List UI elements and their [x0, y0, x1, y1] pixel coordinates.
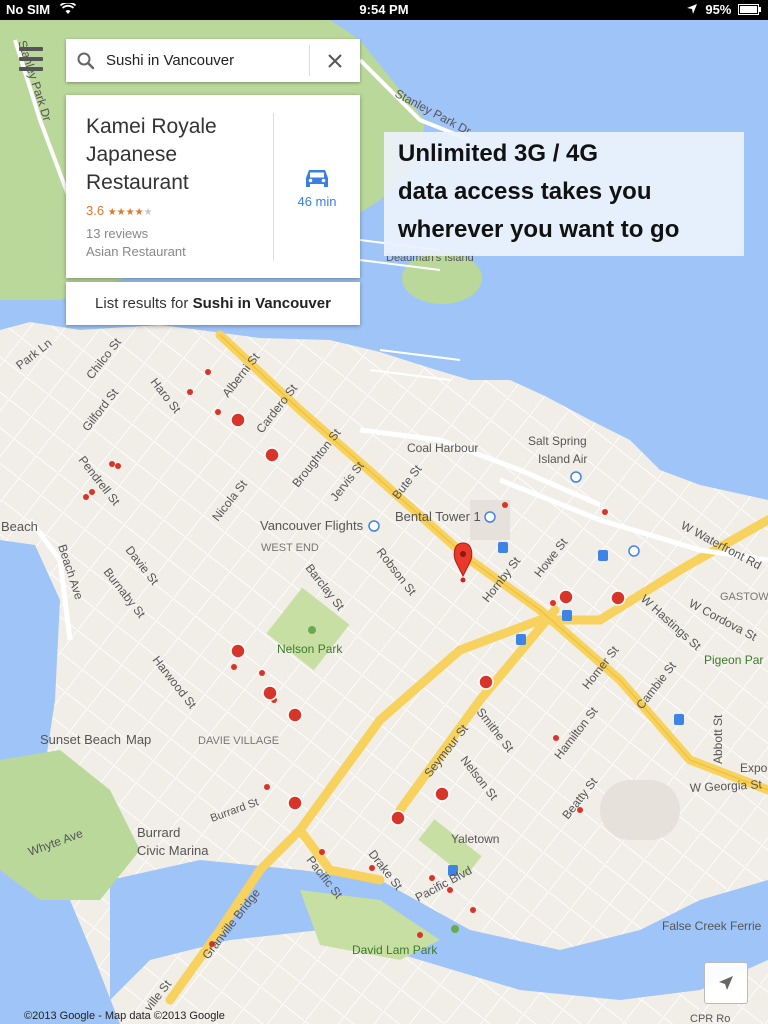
map-label: Sunset Beach	[40, 732, 121, 747]
place-name-line: Restaurant	[86, 171, 189, 194]
list-results-prefix: List results for	[95, 295, 193, 312]
place-name: Kamei Royale Japanese Restaurant	[86, 113, 272, 197]
review-count: 13 reviews	[86, 226, 149, 241]
place-category: Asian Restaurant	[86, 244, 186, 259]
directions-button[interactable]: 46 min	[274, 115, 360, 261]
map-label: Civic Marina	[137, 843, 209, 858]
map-label: Pigeon Par	[704, 653, 763, 667]
map-label: Expo	[740, 761, 768, 775]
menu-icon-bar	[19, 67, 43, 71]
map-label: David Lam Park	[352, 943, 438, 957]
search-input[interactable]: Sushi in Vancouver	[106, 52, 309, 69]
location-arrow-icon	[686, 4, 697, 14]
map-label: Nelson Park	[277, 642, 343, 656]
clear-search-button[interactable]	[310, 39, 360, 82]
car-icon	[306, 169, 328, 187]
star-empty-icon: ★	[143, 207, 153, 218]
map-label: WEST END	[261, 542, 319, 554]
menu-icon-bar	[19, 47, 43, 51]
map-label: GASTOW	[720, 591, 768, 603]
search-bar[interactable]: Sushi in Vancouver	[66, 39, 360, 82]
map-label: Beach	[1, 519, 38, 534]
my-location-button[interactable]	[704, 962, 748, 1004]
map-label: Vancouver Flights	[260, 518, 364, 533]
map-label: CPR Ro	[690, 1013, 730, 1024]
list-results-button[interactable]: List results for Sushi in Vancouver	[66, 282, 360, 325]
map-label: Yaletown	[451, 832, 499, 846]
place-info[interactable]: Kamei Royale Japanese Restaurant 3.6 ★★★…	[86, 113, 272, 261]
rating-row: 3.6 ★★★★★	[86, 203, 272, 221]
place-name-line: Kamei Royale	[86, 115, 217, 138]
map-label: Bental Tower 1	[395, 509, 481, 524]
search-icon	[66, 39, 106, 82]
map-label: Map	[126, 732, 151, 747]
star-rating-icon: ★★★★	[107, 207, 144, 218]
close-icon	[328, 53, 342, 68]
clock: 9:54 PM	[359, 2, 409, 17]
promo-banner: Unlimited 3G / 4G data access takes you …	[384, 132, 744, 256]
map-label: Burrard	[137, 825, 180, 840]
menu-icon-bar	[19, 57, 43, 61]
promo-line: wherever you want to go	[398, 216, 680, 243]
rating-value: 3.6	[86, 203, 105, 218]
promo-line: data access takes you	[398, 178, 652, 205]
status-bar: No SIM 9:54 PM 95%	[0, 0, 768, 20]
place-result-card[interactable]: Kamei Royale Japanese Restaurant 3.6 ★★★…	[66, 95, 360, 278]
menu-button[interactable]	[16, 44, 46, 74]
place-name-line: Japanese	[86, 143, 178, 166]
map-label: DAVIE VILLAGE	[198, 735, 279, 747]
drive-time: 46 min	[297, 193, 337, 209]
promo-line: Unlimited 3G / 4G	[398, 140, 599, 167]
list-results-query: Sushi in Vancouver	[192, 295, 331, 312]
map-label: False Creek Ferrie	[662, 919, 762, 933]
battery-status: 95%	[686, 2, 762, 17]
map-copyright: ©2013 Google - Map data ©2013 Google	[24, 1010, 225, 1022]
battery-text: 95%	[705, 2, 732, 17]
map-label: Island Air	[538, 452, 587, 466]
map-label: Coal Harbour	[407, 441, 478, 455]
battery-icon	[738, 4, 761, 15]
navigation-arrow-icon	[719, 976, 733, 990]
map-label: Abbott St	[711, 714, 725, 764]
map-label: Salt Spring	[528, 434, 587, 448]
